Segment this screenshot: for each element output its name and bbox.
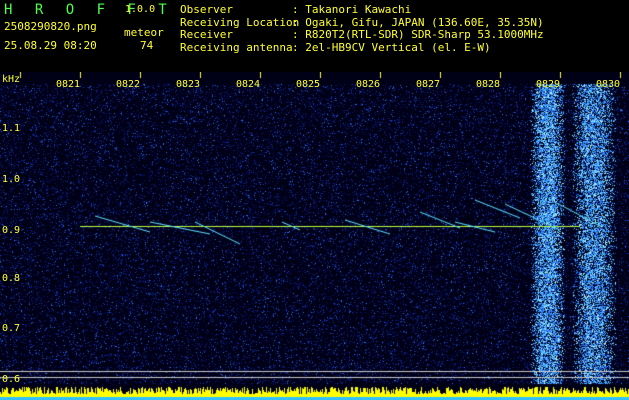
x-tick-label: 0822 [116,79,141,90]
info-row-antenna: Receiving antenna : 2el-HB9CV Vertical (… [180,40,544,55]
y-tick-label: 1.1 [2,123,21,134]
info-value: : Takanori Kawachi [292,3,412,16]
info-key: Receiving antenna [180,40,293,54]
x-tick-label: 0830 [596,79,621,90]
y-tick-label: 0.6 [2,374,21,385]
x-tick-label: 0823 [176,79,201,90]
meteor-count: 74 [140,39,154,52]
x-tick-label: 0829 [536,79,561,90]
y-tick-label: 0.8 [2,273,21,284]
y-tick-label: 0.7 [2,323,21,334]
meteor-label: meteor [124,26,164,39]
info-value: : 2el-HB9CV Vertical (el. E-W) [292,40,491,54]
spectrogram-canvas [0,72,629,400]
x-tick-label: 0825 [296,79,321,90]
info-row-observer: Observer : Takanori Kawachi [180,3,544,17]
info-value: : R820T2(RTL-SDR) SDR-Sharp 53.1000MHz [292,28,544,41]
info-row-receiver: Receiver : R820T2(RTL-SDR) SDR-Sharp 53.… [180,28,544,42]
x-tick-label: 0824 [236,79,261,90]
y-tick-label: 0.9 [2,225,21,236]
file-datetime: 25.08.29 08:20 [4,39,97,52]
x-tick-label: 0821 [56,79,81,90]
station-info: Observer : Takanori Kawachi Receiving Lo… [180,3,544,55]
app-version: 1.0.0 [125,4,156,15]
x-tick-label: 0827 [416,79,441,90]
y-tick-label: 1.0 [2,174,21,185]
file-name: 2508290820.png [4,20,97,33]
y-unit-label: kHz [2,74,21,85]
info-key: Receiver [180,28,233,41]
info-key: Observer [180,3,233,16]
x-tick-label: 0828 [476,79,501,90]
x-tick-label: 0826 [356,79,381,90]
